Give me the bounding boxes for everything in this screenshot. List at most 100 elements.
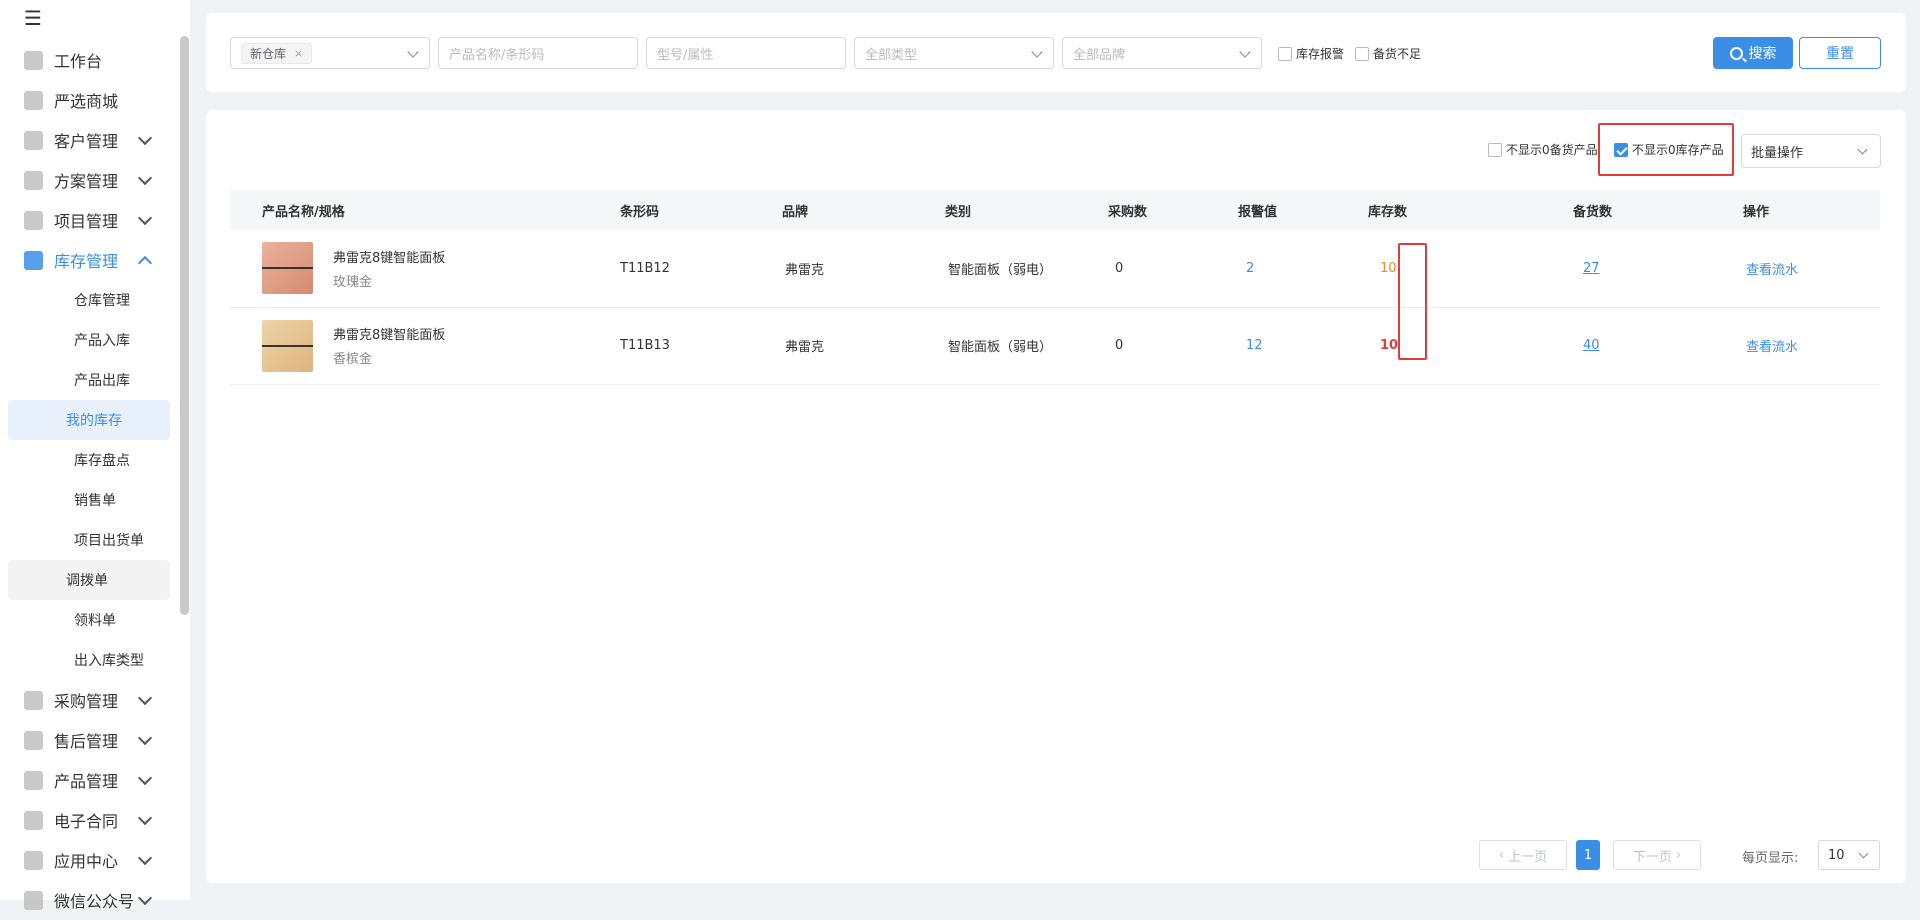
insufficient-label: 备货不足 — [1373, 47, 1422, 61]
checkbox-box[interactable] — [1278, 46, 1292, 61]
sidebar-item-wechat[interactable]: 微信公众号 — [0, 880, 178, 920]
chevron-right-icon: › — [1671, 847, 1682, 863]
filter-bar: 新仓库 × 产品名称/条形码 型号/属性 全部类型 全部品牌 库存报警 备货不足 — [206, 13, 1906, 92]
product-thumbnail[interactable] — [262, 242, 313, 295]
chevron-down-icon — [137, 890, 153, 906]
reset-button[interactable]: 重置 — [1799, 37, 1881, 69]
sidebar-item-label: 项目管理 — [54, 212, 119, 231]
sidebar-item-apps[interactable]: 应用中心 — [0, 840, 178, 880]
brand-select[interactable]: 全部品牌 — [1062, 37, 1262, 69]
alarm-cell[interactable]: 2 — [1238, 230, 1368, 307]
page-size-label: 每页显示: — [1742, 851, 1799, 866]
search-icon — [1729, 46, 1743, 60]
chevron-down-icon — [137, 770, 153, 786]
chevron-down-icon — [1857, 144, 1868, 155]
chevron-left-icon: ‹ — [1498, 847, 1509, 863]
stock-cell: 10 — [1380, 260, 1397, 276]
category-cell: 智能面板（弱电） — [948, 262, 1053, 278]
sidebar-item-contract[interactable]: 电子合同 — [0, 800, 178, 840]
sidebar-item-mall[interactable]: 严选商城 — [0, 80, 178, 120]
product-thumbnail[interactable] — [262, 319, 313, 372]
mall-icon — [24, 90, 43, 110]
product-name-input[interactable]: 产品名称/条形码 — [438, 37, 638, 69]
next-page-button[interactable]: 下一页 › — [1613, 840, 1701, 870]
batch-operation-select[interactable]: 批量操作 — [1741, 134, 1881, 168]
sidebar-subitem-io-types[interactable]: 出入库类型 — [8, 640, 170, 680]
chevron-up-icon — [137, 255, 153, 271]
sidebar-item-customer[interactable]: 客户管理 — [0, 120, 178, 160]
sidebar-item-label: 采购管理 — [54, 692, 119, 711]
sidebar-item-aftersale[interactable]: 售后管理 — [0, 720, 178, 760]
sidebar-item-project[interactable]: 项目管理 — [0, 200, 178, 240]
table-row: 弗雷克8键智能面板 玫瑰金 T11B12 弗雷克 智能面板（弱电） 0 2 10 … — [230, 230, 1880, 307]
sidebar-item-workbench[interactable]: 工作台 — [0, 40, 178, 80]
close-icon[interactable]: × — [294, 47, 303, 60]
table-row: 弗雷克8键智能面板 香槟金 T11B13 弗雷克 智能面板（弱电） 0 12 10… — [230, 307, 1880, 384]
sidebar-subitem-warehouse[interactable]: 仓库管理 — [8, 280, 170, 320]
sidebar-subitem-project-shipment[interactable]: 项目出货单 — [8, 520, 170, 560]
stock-table: 产品名称/规格 条形码 品牌 类别 采购数 报警值 库存数 备货数 操作 弗雷克… — [230, 190, 1880, 385]
category-cell: 智能面板（弱电） — [948, 340, 1053, 355]
sidebar: ☰ 工作台 严选商城 客户管理 方案管理 项目管理 库存管理 仓库管理 产品入库… — [0, 0, 190, 911]
warehouse-select[interactable]: 新仓库 × — [230, 37, 430, 69]
col-barcode: 条形码 — [620, 204, 660, 220]
col-name: 产品名称/规格 — [262, 204, 345, 220]
menu-collapse-icon[interactable]: ☰ — [24, 8, 42, 28]
sidebar-item-plan[interactable]: 方案管理 — [0, 160, 178, 200]
sidebar-subitem-transfer[interactable]: 调拨单 — [8, 560, 170, 600]
alarm-cell[interactable]: 12 — [1238, 307, 1368, 384]
sidebar-subitem-sales-order[interactable]: 销售单 — [8, 480, 170, 520]
sidebar-subitem-outbound[interactable]: 产品出库 — [8, 360, 170, 400]
sidebar-subitem-my-stock[interactable]: 我的库存 — [8, 400, 170, 440]
view-flow-link[interactable]: 查看流水 — [1703, 230, 1880, 307]
chevron-down-icon — [137, 170, 153, 186]
search-button[interactable]: 搜索 — [1713, 37, 1793, 69]
insufficient-checkbox[interactable]: 备货不足 — [1355, 45, 1421, 62]
hide-zero-reserve-label: 不显示0备货产品 — [1506, 143, 1598, 157]
hide-zero-reserve-checkbox[interactable]: 不显示0备货产品 — [1488, 141, 1598, 158]
sidebar-nav: 工作台 严选商城 客户管理 方案管理 项目管理 库存管理 仓库管理 产品入库 产… — [0, 40, 178, 920]
table-header: 产品名称/规格 条形码 品牌 类别 采购数 报警值 库存数 备货数 操作 — [230, 190, 1880, 230]
sidebar-subitem-requisition[interactable]: 领料单 — [8, 600, 170, 640]
page-size-value: 10 — [1828, 847, 1845, 863]
checkbox-box[interactable] — [1355, 46, 1369, 61]
brand-cell: 弗雷克 — [785, 340, 825, 355]
product-name: 弗雷克8键智能面板 — [333, 250, 446, 266]
model-input[interactable]: 型号/属性 — [646, 37, 846, 69]
barcode-cell: T11B13 — [620, 338, 670, 353]
sidebar-item-purchase[interactable]: 采购管理 — [0, 680, 178, 720]
page-size-select[interactable]: 10 — [1818, 840, 1880, 870]
warehouse-tag-label: 新仓库 — [250, 46, 287, 61]
stock-highlight-box — [1398, 243, 1427, 360]
brand-placeholder: 全部品牌 — [1073, 47, 1126, 63]
col-alarm: 报警值 — [1238, 204, 1278, 220]
sidebar-item-label: 工作台 — [54, 52, 103, 71]
type-select[interactable]: 全部类型 — [854, 37, 1054, 69]
prev-page-button[interactable]: ‹ 上一页 — [1479, 840, 1567, 870]
sidebar-scrollbar[interactable] — [180, 36, 189, 615]
sidebar-subitem-inbound[interactable]: 产品入库 — [8, 320, 170, 360]
checkbox-box[interactable] — [1488, 142, 1502, 157]
sidebar-item-product[interactable]: 产品管理 — [0, 760, 178, 800]
view-flow-link[interactable]: 查看流水 — [1703, 307, 1880, 384]
col-reserve: 备货数 — [1573, 204, 1613, 220]
sidebar-item-label: 库存管理 — [54, 252, 119, 271]
sidebar-item-inventory[interactable]: 库存管理 — [0, 240, 178, 280]
batch-operation-label: 批量操作 — [1751, 145, 1804, 161]
brand-cell: 弗雷克 — [785, 262, 825, 278]
reserve-link[interactable]: 27 — [1518, 230, 1703, 307]
page-1-button[interactable]: 1 — [1576, 840, 1600, 870]
reserve-link[interactable]: 40 — [1518, 307, 1703, 384]
purchase-cell: 0 — [1115, 260, 1124, 276]
barcode-cell: T11B12 — [620, 260, 670, 276]
chevron-down-icon — [137, 730, 153, 746]
next-page-label: 下一页 — [1632, 849, 1672, 865]
plan-icon — [24, 170, 43, 190]
cart-icon — [24, 690, 43, 710]
stock-cell: 10 — [1380, 338, 1399, 353]
stock-alarm-checkbox[interactable]: 库存报警 — [1278, 45, 1344, 62]
reset-button-label: 重置 — [1826, 46, 1854, 62]
chevron-down-icon — [407, 46, 419, 58]
sidebar-subitem-stocktake[interactable]: 库存盘点 — [8, 440, 170, 480]
chevron-down-icon — [137, 210, 153, 226]
